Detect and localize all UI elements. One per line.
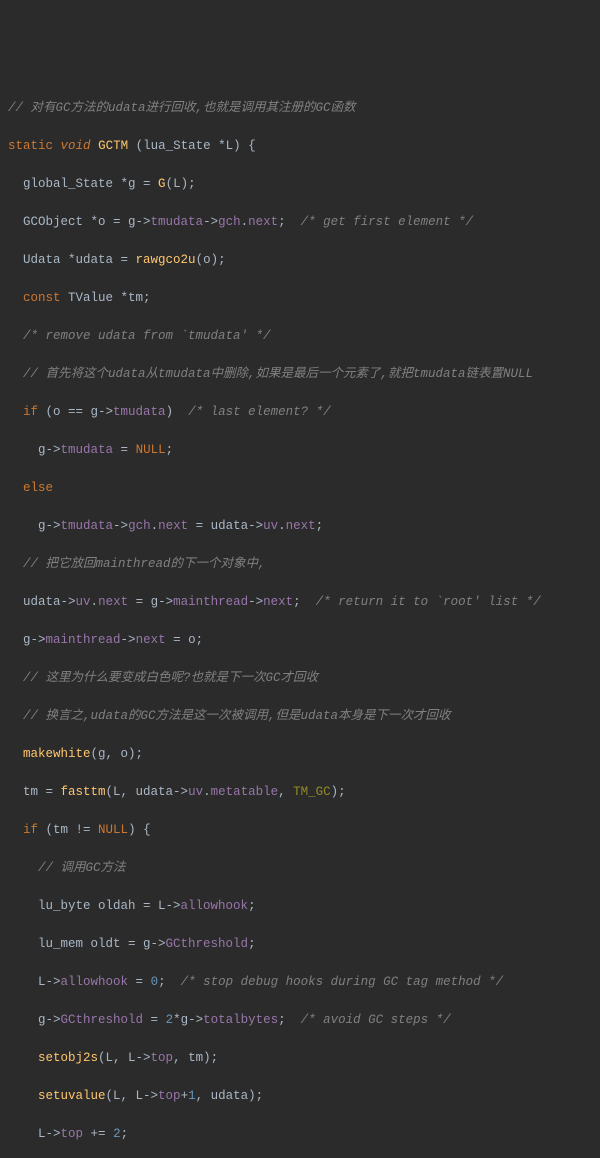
null-literal: NULL [98, 823, 128, 837]
code-line: setobj2s(L, L->top, tm); [8, 1049, 592, 1068]
code: (L); [166, 177, 196, 191]
code-line: /* remove udata from `tmudata' */ [8, 327, 592, 346]
code-line: L->allowhook = 0; /* stop debug hooks du… [8, 973, 592, 992]
comment: // 对有GC方法的udata进行回收,也就是调用其注册的GC函数 [8, 101, 356, 115]
code-line: tm = fasttm(L, udata->uv.metatable, TM_G… [8, 783, 592, 802]
field: tmudata [151, 215, 204, 229]
code-editor: // 对有GC方法的udata进行回收,也就是调用其注册的GC函数 static… [8, 80, 592, 1158]
code-line: if (o == g->tmudata) /* last element? */ [8, 403, 592, 422]
code-line: setuvalue(L, L->top+1, udata); [8, 1087, 592, 1106]
macro: TM_GC [293, 785, 331, 799]
code-line: udata->uv.next = g->mainthread->next; /*… [8, 593, 592, 612]
field: next [248, 215, 278, 229]
function-call: G [158, 177, 166, 191]
paren: ) { [233, 139, 256, 153]
number: 2 [166, 1013, 174, 1027]
code-line: g->GCthreshold = 2*g->totalbytes; /* avo… [8, 1011, 592, 1030]
comment: /* remove udata from `tmudata' */ [23, 329, 271, 343]
code-line: Udata *udata = rawgco2u(o); [8, 251, 592, 270]
code-line: // 把它放回mainthread的下一个对象中, [8, 555, 592, 574]
code-line: // 首先将这个udata从tmudata中删除,如果是最后一个元素了,就把tm… [8, 365, 592, 384]
field: gch [218, 215, 241, 229]
comment: // 调用GC方法 [38, 861, 126, 875]
code-line: g->tmudata = NULL; [8, 441, 592, 460]
code-line: else [8, 479, 592, 498]
keyword: else [23, 481, 53, 495]
keyword: static [8, 139, 53, 153]
code: global_State *g = [23, 177, 158, 191]
comment: /* stop debug hooks during GC tag method… [181, 975, 504, 989]
code-line: makewhite(g, o); [8, 745, 592, 764]
comment: // 换言之,udata的GC方法是这一次被调用,但是udata本身是下一次才回… [23, 709, 451, 723]
comment: /* get first element */ [301, 215, 474, 229]
type: void [61, 139, 91, 153]
comment: // 把它放回mainthread的下一个对象中, [23, 557, 266, 571]
param-name: *L [218, 139, 233, 153]
number: 2 [113, 1127, 121, 1141]
code-line: GCObject *o = g->tmudata->gch.next; /* g… [8, 213, 592, 232]
comment: /* return it to `root' list */ [316, 595, 541, 609]
code-line: g->tmudata->gch.next = udata->uv.next; [8, 517, 592, 536]
code-line: // 这里为什么要变成白色呢?也就是下一次GC才回收 [8, 669, 592, 688]
code-line: L->top += 2; [8, 1125, 592, 1144]
function-name: GCTM [98, 139, 128, 153]
code-line: static void GCTM (lua_State *L) { [8, 137, 592, 156]
keyword: if [23, 405, 38, 419]
comment: // 这里为什么要变成白色呢?也就是下一次GC才回收 [23, 671, 318, 685]
comment: /* avoid GC steps */ [301, 1013, 451, 1027]
code: Udata *udata = [23, 253, 136, 267]
code-line: if (tm != NULL) { [8, 821, 592, 840]
code-line: g->mainthread->next = o; [8, 631, 592, 650]
param-type: lua_State [143, 139, 211, 153]
keyword: const [23, 291, 61, 305]
code-line: const TValue *tm; [8, 289, 592, 308]
function-call: fasttm [61, 785, 106, 799]
null-literal: NULL [136, 443, 166, 457]
code-line: lu_mem oldt = g->GCthreshold; [8, 935, 592, 954]
code-line: global_State *g = G(L); [8, 175, 592, 194]
function-call: setobj2s [38, 1051, 98, 1065]
paren: ( [136, 139, 144, 153]
field: tmudata [61, 443, 114, 457]
function-call: rawgco2u [136, 253, 196, 267]
field: tmudata [113, 405, 166, 419]
comment: /* last element? */ [188, 405, 331, 419]
number: 1 [188, 1089, 196, 1103]
code: GCObject *o = g-> [23, 215, 151, 229]
comment: // 首先将这个udata从tmudata中删除,如果是最后一个元素了,就把tm… [23, 367, 533, 381]
keyword: if [23, 823, 38, 837]
code-line: // 调用GC方法 [8, 859, 592, 878]
number: 0 [151, 975, 159, 989]
code-line: // 换言之,udata的GC方法是这一次被调用,但是udata本身是下一次才回… [8, 707, 592, 726]
function-call: makewhite [23, 747, 91, 761]
code-line: // 对有GC方法的udata进行回收,也就是调用其注册的GC函数 [8, 99, 592, 118]
code-line: lu_byte oldah = L->allowhook; [8, 897, 592, 916]
function-call: setuvalue [38, 1089, 106, 1103]
